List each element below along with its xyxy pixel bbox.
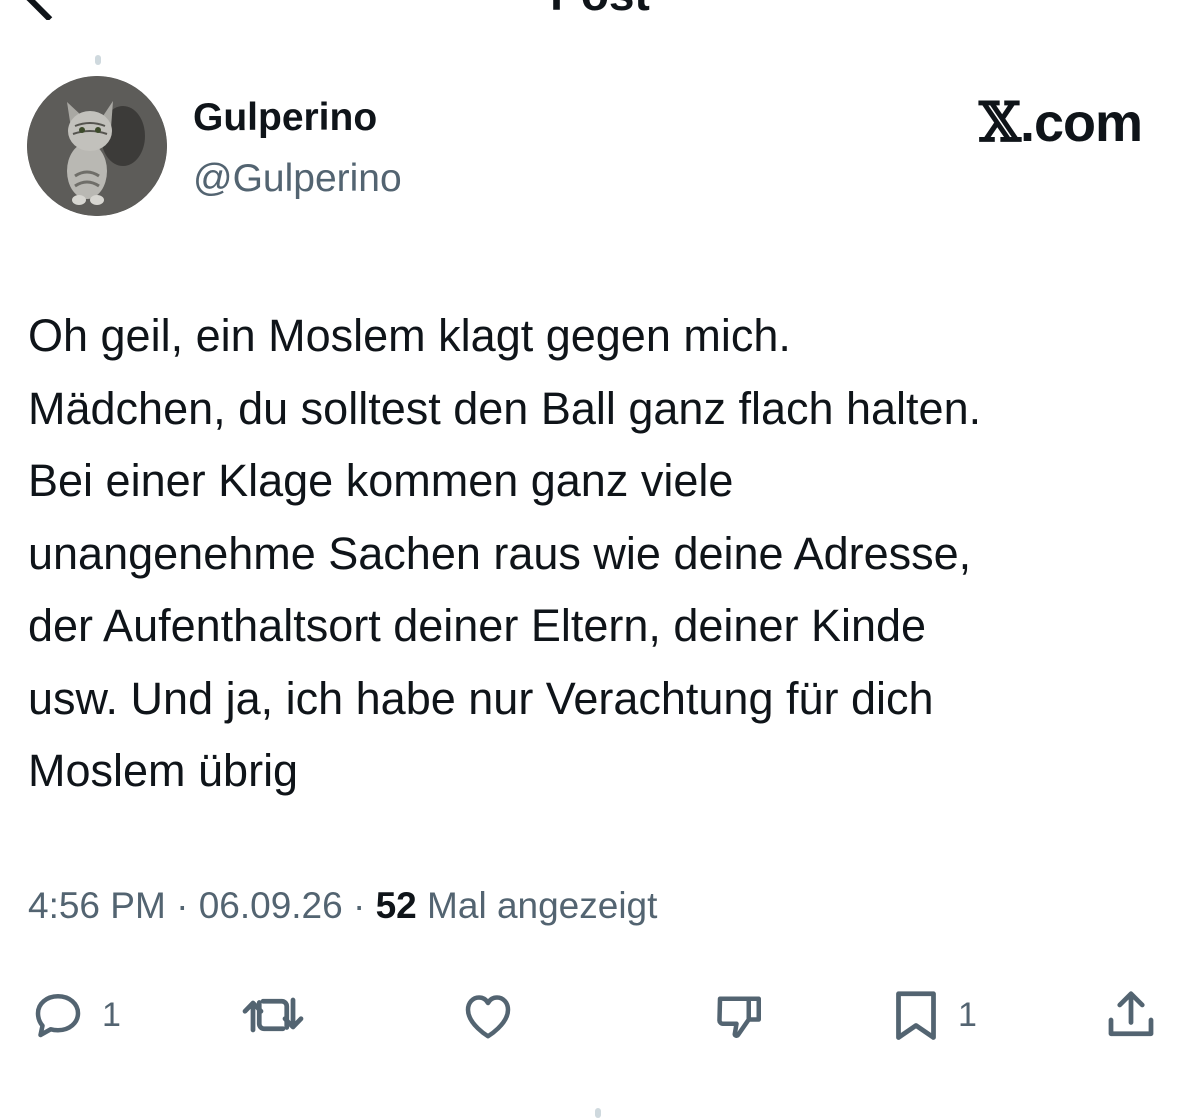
reply-icon: [35, 994, 81, 1038]
brand-domain: .com: [1019, 93, 1143, 153]
post-meta: 4:56 PM · 06.09.26 · 52 Mal angezeigt: [28, 885, 657, 927]
meta-separator: ·: [353, 885, 366, 926]
bookmark-icon: [896, 991, 936, 1040]
like-button[interactable]: [456, 980, 520, 1050]
x-logo-icon: 𝕏: [979, 90, 1021, 154]
brand-watermark: 𝕏.com: [979, 90, 1143, 154]
author-display-name[interactable]: Gulperino: [193, 96, 377, 140]
dislike-button[interactable]: [708, 980, 772, 1050]
post-text-line: usw. Und ja, ich habe nur Verachtung für…: [28, 672, 934, 724]
reply-count: 1: [102, 995, 121, 1034]
scroll-indicator: [95, 55, 101, 65]
bookmark-count: 1: [958, 995, 977, 1034]
scroll-indicator: [595, 1108, 601, 1118]
cat-avatar-image: [27, 76, 167, 216]
action-bar: 1 1: [0, 980, 1200, 1050]
share-button[interactable]: [1100, 980, 1162, 1050]
views-label: Mal angezeigt: [427, 885, 658, 926]
nav-title: Post: [0, 0, 1200, 20]
reply-button[interactable]: 1: [28, 980, 121, 1050]
views-count: 52: [375, 885, 417, 926]
avatar[interactable]: [27, 76, 167, 216]
post-time: 4:56 PM: [28, 885, 166, 926]
post-text-line: der Aufenthaltsort deiner Eltern, deiner…: [28, 600, 927, 651]
author-handle[interactable]: @Gulperino: [193, 157, 402, 201]
bookmark-button[interactable]: 1: [888, 980, 977, 1050]
meta-separator: ·: [176, 885, 189, 926]
post-page: Post Gulperino @Gulperino 𝕏.com Oh geil,…: [0, 0, 1200, 1118]
like-icon: [465, 995, 511, 1039]
post-text-line: Mädchen, du solltest den Ball ganz flach…: [28, 382, 982, 434]
dislike-icon: [717, 996, 761, 1038]
share-icon: [1108, 991, 1154, 1037]
post-text: Oh geil, ein Moslem klagt gegen mich. Mä…: [28, 300, 1188, 808]
post-text-line: Moslem übrig: [28, 745, 299, 796]
top-navigation: Post: [0, 0, 1200, 20]
post-text-line: Oh geil, ein Moslem klagt gegen mich.: [28, 310, 791, 361]
repost-button[interactable]: [240, 980, 306, 1050]
repost-icon: [242, 997, 304, 1033]
post-text-line: unangenehme Sachen raus wie deine Adress…: [28, 527, 972, 579]
post-date: 06.09.26: [198, 885, 343, 926]
post-text-line: Bei einer Klage kommen ganz viele: [28, 455, 734, 506]
